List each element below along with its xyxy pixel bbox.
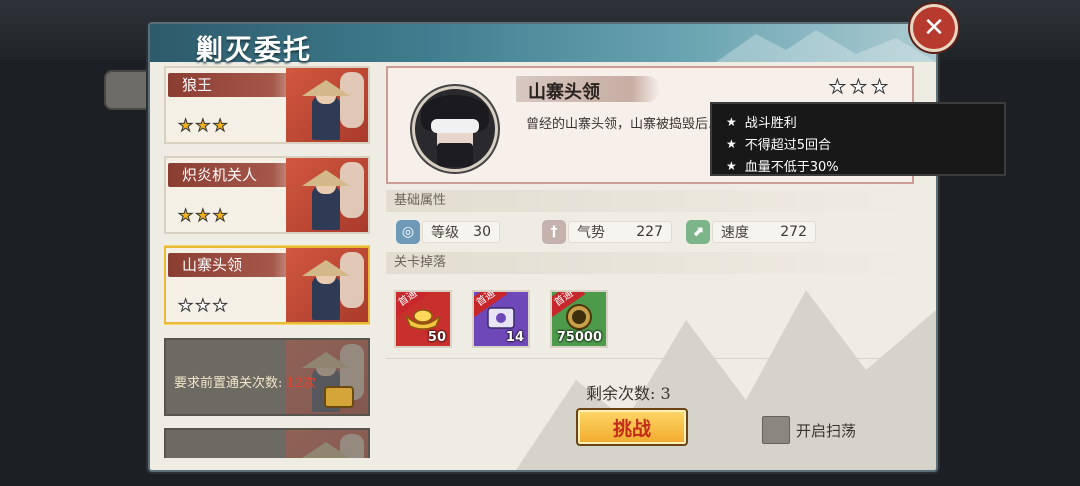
bandit-portrait (286, 68, 368, 142)
unlock-requirement: 要求前置通关次数: 12次 (174, 372, 316, 391)
mission-card-1[interactable]: 炽炎机关人 ★★★ (164, 156, 370, 234)
stat-momentum: † 气势 227 (542, 218, 672, 246)
mission-list[interactable]: 狼王 ★★★ 炽炎机关人 ★★★ 山寨头领 ★★★ 要求前置通关次数: 12次 (164, 66, 370, 458)
divider (386, 358, 916, 359)
star-icon: ★ (726, 136, 737, 151)
bandit-portrait (286, 248, 368, 322)
star-filled-icon: ★ (212, 116, 230, 137)
star-filled-icon: ★ (177, 206, 196, 227)
star-filled-icon: ★ (195, 116, 213, 137)
mission-stars: ★★★ (177, 296, 230, 317)
close-button[interactable]: ✕ (910, 4, 958, 52)
close-icon: ✕ (923, 13, 945, 43)
star-conditions-tooltip: ★ 战斗胜利 ★ 不得超过5回合 ★ 血量不低于30% (710, 102, 1006, 176)
stat-value: 30 (473, 224, 491, 240)
star-icon: ★ (726, 158, 737, 173)
stat-label: 速度 (721, 225, 749, 241)
condition-text: 血量不低于30% (744, 160, 839, 175)
tooltip-row: ★ 血量不低于30% (726, 156, 839, 176)
mission-name: 山寨头领 (182, 256, 243, 274)
remaining-attempts: 剩余次数: 3 (586, 384, 671, 403)
stat-speed: ⬈ 速度 272 (686, 218, 816, 246)
tooltip-row: ★ 不得超过5回合 (726, 134, 832, 154)
star-filled-icon: ★ (195, 206, 213, 227)
stat-pill: 气势 227 (568, 221, 672, 243)
sweep-label[interactable]: 开启扫荡 (796, 420, 856, 441)
star-empty-icon: ★ (212, 296, 230, 317)
stat-pill: 速度 272 (712, 221, 816, 243)
mission-card-locked-2[interactable] (164, 428, 370, 458)
mission-stars: ★★★ (177, 116, 230, 137)
condition-text: 战斗胜利 (744, 116, 797, 131)
header-decoration (716, 30, 936, 62)
mission-card-2-selected[interactable]: 山寨头领 ★★★ (164, 246, 370, 324)
commission-window: 剿灭委托 狼王 ★★★ 炽炎机关人 ★★★ 山寨头领 ★★★ 要求前置通关次数:… (148, 22, 1006, 472)
mission-stars: ★★★ (177, 206, 230, 227)
star-empty-icon: ★ (849, 76, 871, 99)
attributes-heading: 基础属性 (386, 190, 918, 212)
mission-card-0[interactable]: 狼王 ★★★ (164, 66, 370, 144)
bandit-portrait (286, 430, 368, 458)
window-title: 剿灭委托 (196, 35, 312, 66)
star-empty-icon: ★ (828, 76, 850, 99)
stat-level: ◎ 等级 30 (396, 218, 500, 246)
drops-heading: 关卡掉落 (386, 252, 918, 274)
tooltip-row: ★ 战斗胜利 (726, 112, 797, 132)
challenge-button[interactable]: 挑战 (576, 408, 688, 446)
sword-icon: † (542, 220, 566, 244)
stat-value: 272 (780, 224, 807, 240)
stat-label: 等级 (431, 225, 459, 241)
mission-name: 狼王 (182, 76, 213, 94)
stat-label: 气势 (577, 225, 605, 241)
drop-count: 75000 (556, 330, 602, 345)
level-icon: ◎ (396, 220, 420, 244)
boss-stars[interactable]: ★★★ (828, 76, 892, 99)
star-empty-icon: ★ (870, 76, 892, 99)
bandit-portrait (286, 158, 368, 232)
drop-scroll[interactable]: 首通 14 (472, 290, 530, 348)
mission-name: 炽炎机关人 (182, 166, 258, 184)
sweep-checkbox[interactable] (762, 416, 790, 444)
window-header: 剿灭委托 (150, 24, 936, 66)
star-empty-icon: ★ (177, 296, 196, 317)
drop-cultivation-coin[interactable]: 首通 75000 (550, 290, 608, 348)
star-filled-icon: ★ (177, 116, 196, 137)
stat-pill: 等级 30 (422, 221, 500, 243)
unlock-requirement-label: 要求前置通关次数: (174, 376, 283, 391)
star-filled-icon: ★ (212, 206, 230, 227)
drop-gold-ingot[interactable]: 首通 50 (394, 290, 452, 348)
mission-card-locked[interactable]: 要求前置通关次数: 12次 (164, 338, 370, 416)
star-icon: ★ (726, 114, 737, 129)
boot-icon: ⬈ (686, 220, 710, 244)
boss-name: 山寨头领 (528, 82, 600, 103)
unlock-requirement-count: 12次 (286, 376, 317, 391)
drop-count: 50 (427, 330, 446, 345)
stat-value: 227 (636, 224, 663, 240)
condition-text: 不得超过5回合 (744, 138, 832, 153)
boss-portrait (412, 86, 498, 172)
chest-icon (324, 386, 354, 408)
drop-count: 14 (505, 330, 524, 345)
star-empty-icon: ★ (195, 296, 213, 317)
